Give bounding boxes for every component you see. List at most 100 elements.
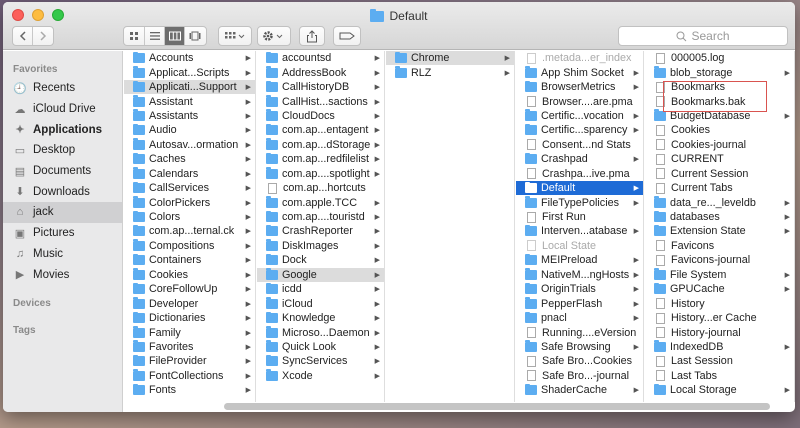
sidebar-section-header[interactable]: Devices <box>3 295 122 312</box>
folder-item[interactable]: Knowledge ▶ <box>257 311 384 325</box>
sidebar-item-movies[interactable]: ▶ Movies <box>3 264 122 285</box>
folder-item[interactable]: Local Storage ▶ <box>645 383 794 397</box>
file-item[interactable]: Cookies-journal <box>645 138 794 152</box>
folder-item[interactable]: Applicati...Support ▶ <box>124 79 255 95</box>
group-by-button[interactable] <box>218 26 252 46</box>
file-item[interactable]: com.ap...hortcuts <box>257 181 384 195</box>
folder-item[interactable]: Dictionaries ▶ <box>124 311 255 325</box>
folder-item[interactable]: Quick Look ▶ <box>257 340 384 354</box>
folder-item[interactable]: Developer ▶ <box>124 296 255 310</box>
folder-item[interactable]: pnacl ▶ <box>516 311 643 325</box>
sidebar-item-desktop[interactable]: ▭ Desktop <box>3 140 122 161</box>
folder-item[interactable]: Crashpad ▶ <box>516 152 643 166</box>
folder-item[interactable]: Calendars ▶ <box>124 167 255 181</box>
file-item[interactable]: CURRENT <box>645 152 794 166</box>
sidebar-item-applications[interactable]: ✦ Applications <box>3 119 122 140</box>
folder-item[interactable]: com.ap...redfilelist ▶ <box>257 152 384 166</box>
file-item[interactable]: Current Tabs <box>645 181 794 195</box>
folder-item[interactable]: Caches ▶ <box>124 152 255 166</box>
folder-item[interactable]: ShaderCache ▶ <box>516 383 643 397</box>
folder-item[interactable]: Assistants ▶ <box>124 109 255 123</box>
folder-item[interactable]: Autosav...ormation ▶ <box>124 138 255 152</box>
sidebar-item-music[interactable]: ♫ Music <box>3 244 122 265</box>
folder-item[interactable]: IndexedDB ▶ <box>645 340 794 354</box>
folder-item[interactable]: com.ap...ternal.ck ▶ <box>124 224 255 238</box>
folder-item[interactable]: databases ▶ <box>645 210 794 224</box>
folder-item[interactable]: FileTypePolicies ▶ <box>516 195 643 209</box>
folder-item[interactable]: Microso...Daemon ▶ <box>257 325 384 339</box>
folder-item[interactable]: Certific...vocation ▶ <box>516 109 643 123</box>
file-item[interactable]: Crashpa...ive.pma <box>516 167 643 181</box>
file-item[interactable]: First Run <box>516 210 643 224</box>
file-item[interactable]: History <box>645 296 794 310</box>
action-button[interactable] <box>257 26 291 46</box>
folder-item[interactable]: icdd ▶ <box>257 282 384 296</box>
file-item[interactable]: Current Session <box>645 167 794 181</box>
gallery-view-button[interactable] <box>185 27 205 45</box>
folder-item[interactable]: Colors ▶ <box>124 210 255 224</box>
file-item[interactable]: Favicons-journal <box>645 253 794 267</box>
folder-item[interactable]: data_re..._leveldb ▶ <box>645 195 794 209</box>
file-item[interactable]: Last Session <box>645 354 794 368</box>
file-item[interactable]: History-journal <box>645 325 794 339</box>
horizontal-scrollbar[interactable] <box>224 403 770 410</box>
folder-item[interactable]: RLZ ▶ <box>386 65 514 79</box>
folder-item[interactable]: CallHist...sactions ▶ <box>257 94 384 108</box>
folder-item[interactable]: com.ap...dStorage ▶ <box>257 138 384 152</box>
folder-item[interactable]: SyncServices ▶ <box>257 354 384 368</box>
sidebar-item-icloud-drive[interactable]: ☁ iCloud Drive <box>3 99 122 120</box>
folder-item[interactable]: Containers ▶ <box>124 253 255 267</box>
folder-item[interactable]: CallServices ▶ <box>124 181 255 195</box>
folder-item[interactable]: CoreFollowUp ▶ <box>124 282 255 296</box>
sidebar-item-recents[interactable]: 🕘 Recents <box>3 78 122 99</box>
folder-item[interactable]: Extension State ▶ <box>645 224 794 238</box>
folder-item[interactable]: BrowserMetrics ▶ <box>516 80 643 94</box>
sidebar-section-header[interactable]: Favorites <box>3 61 122 78</box>
folder-item[interactable]: Family ▶ <box>124 325 255 339</box>
folder-item[interactable]: Fonts ▶ <box>124 383 255 397</box>
folder-item[interactable]: Dock ▶ <box>257 253 384 267</box>
folder-item[interactable]: OriginTrials ▶ <box>516 282 643 296</box>
folder-item[interactable]: Chrome ▶ <box>386 51 514 66</box>
file-item[interactable]: Local State <box>516 239 643 253</box>
search-field[interactable]: Search <box>618 26 788 46</box>
folder-item[interactable]: GPUCache ▶ <box>645 282 794 296</box>
file-item[interactable]: .metada...er_index <box>516 51 643 65</box>
folder-item[interactable]: PepperFlash ▶ <box>516 296 643 310</box>
folder-item[interactable]: Default ▶ <box>516 180 643 196</box>
icon-view-button[interactable] <box>125 27 145 45</box>
folder-item[interactable]: Xcode ▶ <box>257 369 384 383</box>
folder-item[interactable]: Interven...atabase ▶ <box>516 224 643 238</box>
file-item[interactable]: History...er Cache <box>645 311 794 325</box>
folder-item[interactable]: App Shim Socket ▶ <box>516 65 643 79</box>
forward-button[interactable] <box>33 27 53 45</box>
sidebar-item-documents[interactable]: ▤ Documents <box>3 161 122 182</box>
folder-item[interactable]: Certific...sparency ▶ <box>516 123 643 137</box>
column-view-button[interactable] <box>165 27 185 45</box>
folder-item[interactable]: Cookies ▶ <box>124 268 255 282</box>
back-button[interactable] <box>13 27 33 45</box>
folder-item[interactable]: Assistant ▶ <box>124 94 255 108</box>
tags-button[interactable] <box>333 26 361 46</box>
folder-item[interactable]: com.ap....touristd ▶ <box>257 210 384 224</box>
folder-item[interactable]: FontCollections ▶ <box>124 369 255 383</box>
folder-item[interactable]: ColorPickers ▶ <box>124 195 255 209</box>
folder-item[interactable]: CrashReporter ▶ <box>257 224 384 238</box>
folder-item[interactable]: Favorites ▶ <box>124 340 255 354</box>
file-item[interactable]: Cookies <box>645 123 794 137</box>
sidebar-item-jack[interactable]: ⌂ jack <box>3 202 122 223</box>
folder-item[interactable]: DiskImages ▶ <box>257 239 384 253</box>
folder-item[interactable]: Applicat...Scripts ▶ <box>124 65 255 79</box>
folder-item[interactable]: FileProvider ▶ <box>124 354 255 368</box>
folder-item[interactable]: iCloud ▶ <box>257 296 384 310</box>
file-item[interactable]: Safe Bro...Cookies <box>516 354 643 368</box>
folder-item[interactable]: MEIPreload ▶ <box>516 253 643 267</box>
share-button[interactable] <box>299 26 325 46</box>
folder-item[interactable]: Accounts ▶ <box>124 51 255 65</box>
sidebar-item-downloads[interactable]: ⬇ Downloads <box>3 181 122 202</box>
file-item[interactable]: Consent...nd Stats <box>516 138 643 152</box>
file-item[interactable]: Safe Bro...-journal <box>516 369 643 383</box>
file-item[interactable]: Running....eVersion <box>516 325 643 339</box>
folder-item[interactable]: com.apple.TCC ▶ <box>257 195 384 209</box>
folder-item[interactable]: CloudDocs ▶ <box>257 109 384 123</box>
